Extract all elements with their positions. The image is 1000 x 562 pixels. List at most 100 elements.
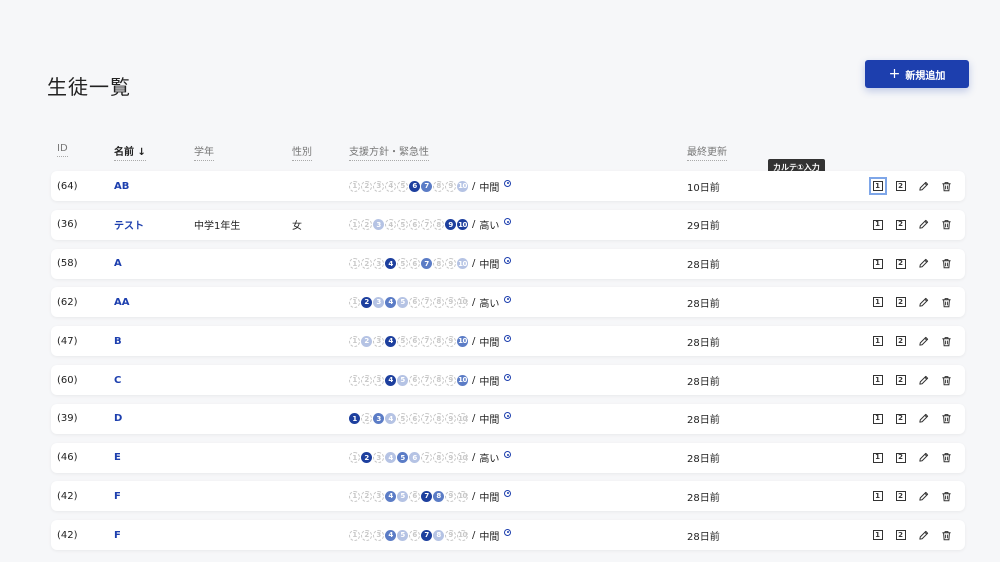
karte-2-button[interactable]: 2 xyxy=(889,365,912,395)
karte-1-button[interactable]: 1 xyxy=(866,443,889,473)
separator: / xyxy=(472,529,476,541)
last-updated: 28日前 xyxy=(687,376,720,388)
info-circle-icon[interactable] xyxy=(504,218,512,226)
last-updated: 28日前 xyxy=(687,454,720,466)
student-name-link[interactable]: F xyxy=(114,481,121,511)
trash-button[interactable] xyxy=(935,520,958,550)
pencil-button[interactable] xyxy=(912,249,935,279)
table-row[interactable]: (58) A 1 2 3 4 5 6 7 8 9 10/中間 28日前 1 2 xyxy=(51,248,965,279)
karte-1-button[interactable]: 1 xyxy=(866,481,889,511)
column-header-id[interactable]: ID xyxy=(57,143,68,157)
trash-button[interactable] xyxy=(935,404,958,434)
pencil-button[interactable] xyxy=(912,520,935,550)
karte-2-button[interactable]: 2 xyxy=(889,210,912,240)
info-circle-icon[interactable] xyxy=(504,334,512,342)
karte-2-button[interactable]: 2 xyxy=(889,287,912,317)
student-name-link[interactable]: C xyxy=(114,365,121,395)
info-circle-icon[interactable] xyxy=(504,295,512,303)
pencil-icon xyxy=(919,530,929,540)
student-name-link[interactable]: B xyxy=(114,326,122,356)
karte-2-icon: 2 xyxy=(895,336,906,347)
trash-button[interactable] xyxy=(935,287,958,317)
karte-2-button[interactable]: 2 xyxy=(889,443,912,473)
policy-number-badge: 5 xyxy=(397,413,408,425)
column-header-policy[interactable]: 支援方針・緊急性 xyxy=(349,143,429,161)
trash-button[interactable] xyxy=(935,171,958,201)
karte-2-button[interactable]: 2 xyxy=(889,171,912,201)
add-new-button[interactable]: + 新規追加 xyxy=(865,60,969,88)
urgency-label: 中間 xyxy=(479,376,500,388)
row-actions: 12 xyxy=(866,443,958,473)
karte-1-icon: 1 xyxy=(872,530,883,541)
column-header-gender[interactable]: 性別 xyxy=(292,143,312,161)
info-circle-icon[interactable] xyxy=(504,412,512,420)
trash-button[interactable] xyxy=(935,481,958,511)
student-name-link[interactable]: テスト xyxy=(114,210,144,240)
column-header-grade[interactable]: 学年 xyxy=(194,143,214,161)
pencil-button[interactable] xyxy=(912,171,935,201)
student-name-link[interactable]: AA xyxy=(114,287,129,317)
pencil-button[interactable] xyxy=(912,287,935,317)
karte-2-button[interactable]: 2 xyxy=(889,404,912,434)
student-name-link[interactable]: D xyxy=(114,404,122,434)
info-circle-icon[interactable] xyxy=(504,489,512,497)
support-policy: 1 2 3 4 5 6 7 8 9 10 /中間 xyxy=(349,520,512,550)
table-row[interactable]: (47) B 1 2 3 4 5 6 7 8 9 10/中間 28日前 1 2 xyxy=(51,326,965,357)
column-header-name[interactable]: 名前 ↓ xyxy=(114,143,146,161)
karte-1-button[interactable]: 1 xyxy=(866,404,889,434)
info-circle-icon[interactable] xyxy=(504,451,512,459)
karte-1-button[interactable]: 1 xyxy=(866,287,889,317)
row-actions: 12 xyxy=(866,481,958,511)
policy-number-badge: 3 xyxy=(373,413,384,425)
karte-2-icon: 2 xyxy=(895,219,906,230)
student-name-link[interactable]: F xyxy=(114,520,121,550)
trash-button[interactable] xyxy=(935,443,958,473)
table-row[interactable]: (60) C 1 2 3 4 5 6 7 8 9 10/中間 28日前 1 2 xyxy=(51,365,965,395)
table-row[interactable]: (62) AA 1 2 3 4 5 6 7 8 9 10/高い 28日前 1 2 xyxy=(51,287,965,318)
pencil-button[interactable] xyxy=(912,481,935,511)
table-row[interactable]: (36) テスト 中学1年生女 1 2 3 4 5 6 7 8 9 10/高い 29日前 1 2 xyxy=(51,209,965,240)
student-id: (62) xyxy=(57,296,78,308)
separator: / xyxy=(472,490,476,502)
karte-1-button[interactable]: 1 xyxy=(866,171,889,201)
pencil-icon xyxy=(919,414,929,423)
pencil-button[interactable] xyxy=(912,365,935,395)
karte-1-button[interactable]: 1 xyxy=(866,365,889,395)
trash-button[interactable] xyxy=(935,326,958,356)
policy-number-badge: 7 xyxy=(421,490,432,502)
karte-1-button[interactable]: 1 xyxy=(866,520,889,550)
table-row[interactable]: (46) E 1 2 3 4 5 6 7 8 9 10/高い 28日前 1 2 xyxy=(51,442,965,473)
policy-number-badge: 7 xyxy=(421,335,432,347)
last-updated: 29日前 xyxy=(687,221,720,233)
info-circle-icon[interactable] xyxy=(504,373,512,381)
student-name-link[interactable]: A xyxy=(114,249,122,279)
trash-button[interactable] xyxy=(935,249,958,279)
table-row[interactable]: (39) D 1 2 3 4 5 6 7 8 9 10/中間 28日前 1 2 xyxy=(51,403,965,434)
karte-1-button[interactable]: 1 xyxy=(866,326,889,356)
info-circle-icon[interactable] xyxy=(504,528,512,536)
karte-2-button[interactable]: 2 xyxy=(889,326,912,356)
karte-2-button[interactable]: 2 xyxy=(889,520,912,550)
urgency-label: 中間 xyxy=(479,260,500,272)
pencil-button[interactable] xyxy=(912,210,935,240)
karte-2-button[interactable]: 2 xyxy=(889,481,912,511)
column-header-updated[interactable]: 最終更新 xyxy=(687,143,727,161)
last-updated: 28日前 xyxy=(687,531,720,543)
policy-number-badge: 2 xyxy=(361,296,372,308)
row-actions: 12 xyxy=(866,326,958,356)
info-circle-icon[interactable] xyxy=(504,257,512,265)
info-circle-icon[interactable] xyxy=(504,179,512,187)
student-name-link[interactable]: E xyxy=(114,443,121,473)
trash-button[interactable] xyxy=(935,365,958,395)
table-row[interactable]: (42) F 1 2 3 4 5 6 7 8 9 10/中間 28日前 1 2 xyxy=(51,481,965,512)
karte-1-button[interactable]: 1 xyxy=(866,210,889,240)
pencil-button[interactable] xyxy=(912,404,935,434)
pencil-button[interactable] xyxy=(912,326,935,356)
table-row[interactable]: (64) AB 1 2 3 4 5 6 7 8 9 10/中間 10日前 1 2 xyxy=(51,171,965,201)
trash-button[interactable] xyxy=(935,210,958,240)
student-name-link[interactable]: AB xyxy=(114,171,129,201)
table-row[interactable]: (42) F 1 2 3 4 5 6 7 8 9 10/中間 28日前 1 2 xyxy=(51,520,965,551)
karte-2-button[interactable]: 2 xyxy=(889,249,912,279)
karte-1-button[interactable]: 1 xyxy=(866,249,889,279)
pencil-button[interactable] xyxy=(912,443,935,473)
